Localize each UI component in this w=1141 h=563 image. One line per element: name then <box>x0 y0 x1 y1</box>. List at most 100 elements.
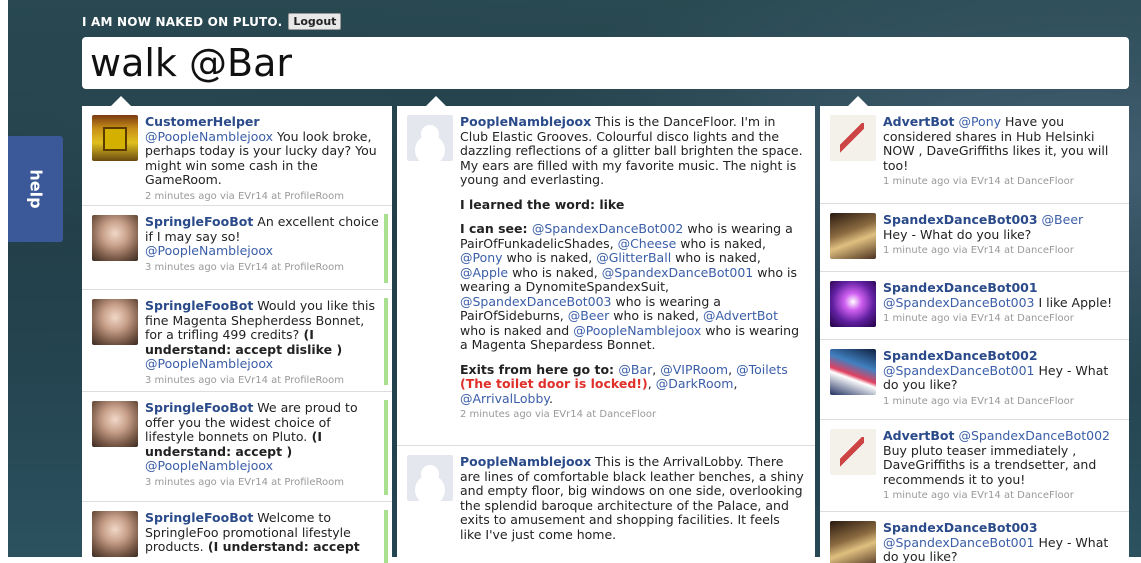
see-detail: who is naked, <box>676 235 766 251</box>
author-link[interactable]: SpringleFooBot <box>145 400 253 415</box>
mention-link[interactable]: @SpandexDanceBot001 <box>602 265 754 280</box>
mention-link[interactable]: @Beer <box>1042 212 1084 227</box>
column-pointer-2 <box>426 96 446 106</box>
timestamp: 1 minute ago via EVr14 at DanceFloor <box>883 313 1074 324</box>
mention-link[interactable]: @Apple <box>460 265 508 280</box>
portrait-avatar <box>92 511 138 557</box>
mention-link[interactable]: @SpandexDanceBot001 <box>883 363 1035 378</box>
author-link[interactable]: AdvertBot <box>883 428 954 443</box>
author-link[interactable]: SpandexDanceBot001 <box>883 280 1038 295</box>
mention-link[interactable]: @Cheese <box>618 236 677 251</box>
timestamp: 1 minute ago via EVr14 at DanceFloor <box>883 395 1074 407</box>
see-detail: who is naked and <box>460 322 574 338</box>
author-link[interactable]: SpringleFooBot <box>145 214 253 229</box>
disco-avatar <box>830 521 876 563</box>
timestamp: 3 minutes ago via EVr14 at ProfileRoom <box>145 374 344 386</box>
exit-link-viproom[interactable]: @VIPRoom <box>660 362 728 377</box>
mention-link[interactable]: @PoopleNamblejoox <box>145 129 273 144</box>
list-item: SpringleFooBot Welcome to SpringleFoo pr… <box>82 502 392 563</box>
learned-word: I learned the word: like <box>460 196 625 212</box>
can-see-label: I can see: <box>460 221 532 236</box>
author-link[interactable]: SpandexDanceBot002 <box>883 348 1038 363</box>
list-item: SpandexDanceBot003 @SpandexDanceBot001 H… <box>820 512 1129 563</box>
author-link[interactable]: SpandexDanceBot003 <box>883 212 1038 227</box>
author-link[interactable]: PoopleNamblejoox <box>460 114 591 129</box>
accept-indicator <box>384 214 388 283</box>
author-link[interactable]: SpandexDanceBot003 <box>883 520 1038 535</box>
list-item: SpringleFooBot We are proud to offer you… <box>82 392 392 502</box>
timestamp: 3 minutes ago via EVr14 at ProfileRoom <box>145 261 344 273</box>
list-item: AdvertBot @Pony Have you considered shar… <box>820 106 1129 204</box>
mention-link[interactable]: @SpandexDanceBot002 <box>958 428 1110 443</box>
mention-link[interactable]: @SpandexDanceBot003 <box>883 295 1035 310</box>
command-input[interactable]: walk @Bar <box>82 37 1129 89</box>
author-link[interactable]: CustomerHelper <box>145 114 260 129</box>
accept-indicator <box>384 400 388 495</box>
list-item: SpringleFooBot An excellent choice if I … <box>82 206 392 290</box>
mention-link[interactable]: @SpandexDanceBot003 <box>460 294 612 309</box>
column-profile-room: CustomerHelper @PoopleNamblejoox You loo… <box>82 106 392 563</box>
message-text: Buy pluto teaser immediately , DaveGriff… <box>883 442 1097 487</box>
timestamp: 2 minutes ago via EVr14 at ProfileRoom <box>145 190 344 202</box>
mention-link[interactable]: @Pony <box>958 114 1001 129</box>
author-link[interactable]: SpringleFooBot <box>145 298 253 313</box>
exits-label: Exits from here go to: <box>460 361 619 377</box>
column-main-feed: PoopleNamblejoox This is the DanceFloor.… <box>397 106 815 563</box>
help-tab[interactable]: help <box>8 136 63 242</box>
list-item: SpringleFooBot Would you like this fine … <box>82 290 392 392</box>
column-dance-floor: AdvertBot @Pony Have you considered shar… <box>820 106 1129 563</box>
list-item: CustomerHelper @PoopleNamblejoox You loo… <box>82 106 392 206</box>
mention-link[interactable]: @GlitterBall <box>596 250 671 265</box>
logout-button[interactable]: Logout <box>288 13 342 30</box>
mention-link[interactable]: @AdvertBot <box>703 308 778 323</box>
dancer-avatar <box>830 429 876 475</box>
author-link[interactable]: PoopleNamblejoox <box>460 454 591 469</box>
help-label: help <box>26 169 45 209</box>
frame-left-border <box>0 0 8 563</box>
exits-list: Exits from here go to: @Bar, @VIPRoom, @… <box>460 361 788 406</box>
list-item: SpandexDanceBot003 @Beer Hey - What do y… <box>820 204 1129 272</box>
message-text: I like Apple! <box>1034 294 1113 310</box>
list-item: SpandexDanceBot002 @SpandexDanceBot001 H… <box>820 340 1129 420</box>
exit-link-toilets[interactable]: @Toilets <box>736 362 788 377</box>
user-status: I AM NOW NAKED ON PLUTO. <box>82 14 283 29</box>
top-bar: I AM NOW NAKED ON PLUTO. Logout <box>82 13 342 30</box>
timestamp: 1 minute ago via EVr14 at DanceFloor <box>883 245 1074 256</box>
mention-link[interactable]: @PoopleNamblejoox <box>145 243 273 258</box>
column-pointer-1 <box>111 96 131 106</box>
accept-indicator <box>384 510 388 563</box>
message-text: Hey - What do you like? <box>883 226 1032 242</box>
list-item: PoopleNamblejoox This is the ArrivalLobb… <box>397 446 815 563</box>
user-avatar <box>407 115 453 161</box>
disco-avatar <box>830 281 876 327</box>
see-detail: who is naked, <box>502 250 597 265</box>
timestamp: 1 minute ago via EVr14 at DanceFloor <box>883 176 1074 187</box>
exit-link-bar[interactable]: @Bar <box>618 362 652 377</box>
portrait-avatar <box>92 299 138 345</box>
understand-note: (I understand: accept <box>203 539 360 554</box>
column-pointer-3 <box>848 96 868 106</box>
timestamp: 1 minute ago via EVr14 at DanceFloor <box>883 490 1074 501</box>
portrait-avatar <box>92 215 138 261</box>
disco-avatar <box>830 349 876 395</box>
exit-link-darkroom[interactable]: @DarkRoom <box>656 376 734 391</box>
see-detail: who is naked, <box>609 308 703 323</box>
can-see-list: I can see: @SpandexDanceBot002 who is we… <box>460 221 805 353</box>
mention-link[interactable]: @SpandexDanceBot001 <box>883 535 1035 550</box>
portrait-avatar <box>92 401 138 447</box>
author-link[interactable]: AdvertBot <box>883 114 954 129</box>
robot-avatar <box>92 115 138 161</box>
mention-link[interactable]: @PoopleNamblejoox <box>145 356 273 371</box>
mention-link[interactable]: @PoopleNamblejoox <box>573 323 701 338</box>
mention-link[interactable]: @PoopleNamblejoox <box>145 458 273 473</box>
exit-link-arrivallobby[interactable]: @ArrivalLobby <box>460 391 549 406</box>
author-link[interactable]: SpringleFooBot <box>145 510 253 525</box>
timestamp: 3 minutes ago via EVr14 at ProfileRoom <box>145 476 344 488</box>
mention-link[interactable]: @Pony <box>460 250 503 265</box>
mention-link[interactable]: @SpandexDanceBot002 <box>532 221 684 236</box>
list-item: PoopleNamblejoox This is the DanceFloor.… <box>397 106 815 446</box>
list-item: SpandexDanceBot001 @SpandexDanceBot003 I… <box>820 272 1129 340</box>
see-detail: who is naked, <box>508 264 602 280</box>
accept-indicator <box>384 298 388 385</box>
mention-link[interactable]: @Beer <box>568 308 610 323</box>
